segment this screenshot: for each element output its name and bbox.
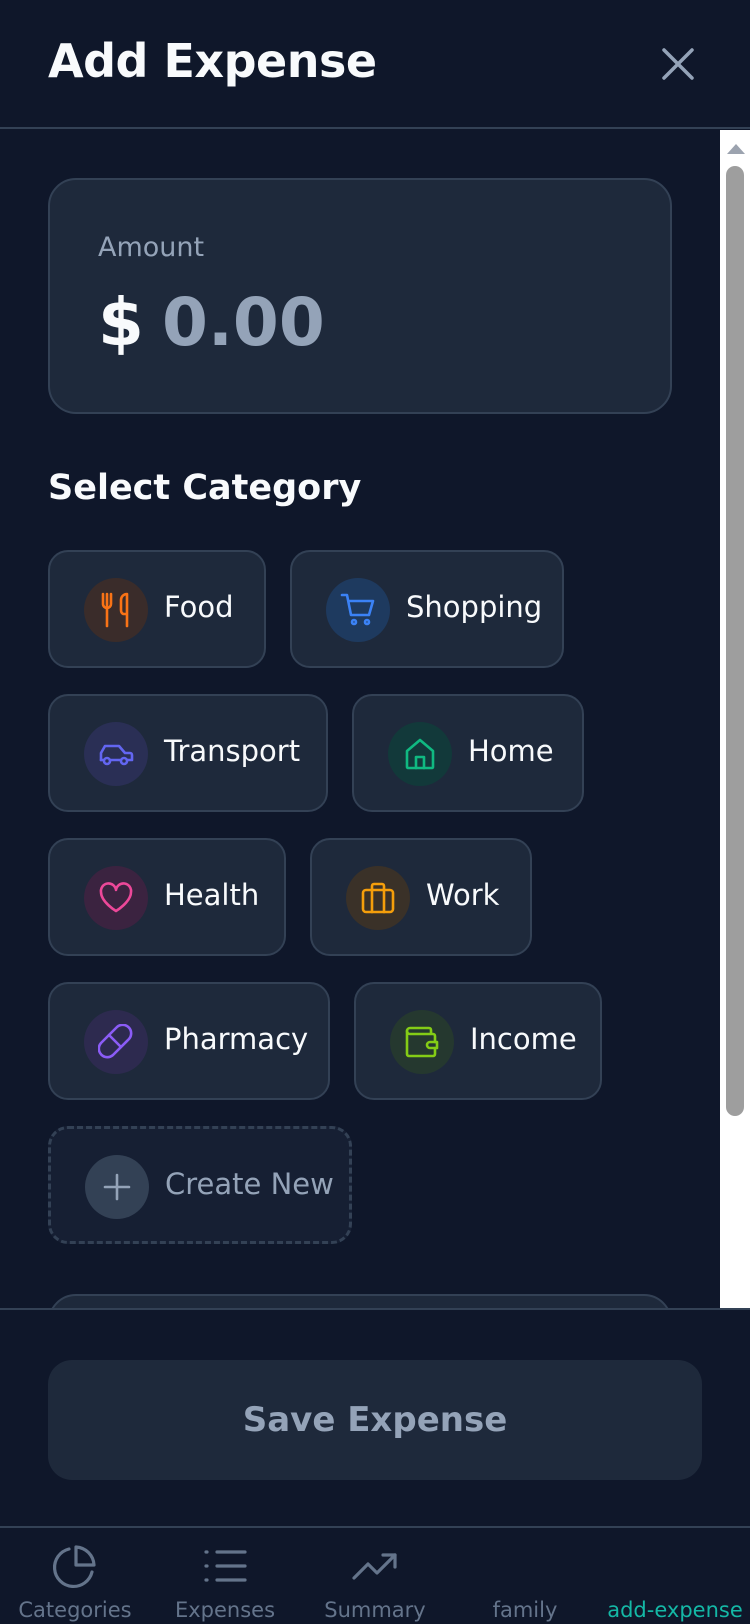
section-title: Select Category — [48, 468, 362, 508]
create-new-label: Create New — [165, 1167, 334, 1201]
category-label: Food — [164, 590, 234, 624]
tab-label: Summary — [324, 1598, 426, 1622]
category-label: Health — [164, 878, 260, 912]
category-chip-pharmacy[interactable]: Pharmacy — [48, 982, 330, 1100]
amount-card[interactable]: Amount $0.00 — [48, 178, 672, 414]
category-chip-health[interactable]: Health — [48, 838, 286, 956]
tab-label: Categories — [18, 1598, 132, 1622]
category-label: Transport — [164, 734, 301, 768]
tab-categories[interactable]: Categories — [0, 1528, 150, 1624]
tab-label: family — [492, 1598, 558, 1622]
category-chip-work[interactable]: Work — [310, 838, 532, 956]
category-chip-home[interactable]: Home — [352, 694, 584, 812]
wallet-icon — [390, 1010, 454, 1074]
create-category-button[interactable]: Create New — [48, 1126, 352, 1244]
category-label: Shopping — [406, 590, 543, 624]
modal-footer: Save Expense — [0, 1308, 750, 1526]
bottom-tab-bar: Categories Expenses Summary family add-e… — [0, 1526, 750, 1624]
utensils-icon — [84, 578, 148, 642]
category-chip-income[interactable]: Income — [354, 982, 602, 1100]
form-scroll-area[interactable]: Amount $0.00 Select Category Food Shoppi… — [0, 130, 750, 1308]
amount-label: Amount — [98, 232, 205, 263]
close-button[interactable] — [656, 42, 700, 86]
tab-family[interactable]: family — [450, 1528, 600, 1624]
plus-icon — [85, 1155, 149, 1219]
save-expense-button[interactable]: Save Expense — [48, 1360, 702, 1480]
amount-input[interactable]: $0.00 — [98, 284, 325, 361]
currency-symbol: $ — [98, 284, 144, 361]
tab-add-expense[interactable]: add-expense — [600, 1528, 750, 1624]
category-label: Home — [468, 734, 554, 768]
trending-up-icon — [352, 1553, 397, 1580]
cart-icon — [326, 578, 390, 642]
scroll-up-icon[interactable] — [727, 144, 745, 154]
pie-chart-icon — [52, 1545, 96, 1589]
modal-header: Add Expense — [0, 0, 750, 129]
pill-icon — [84, 1010, 148, 1074]
heart-icon — [84, 866, 148, 930]
car-icon — [84, 722, 148, 786]
home-icon — [388, 722, 452, 786]
category-label: Income — [470, 1022, 577, 1056]
briefcase-icon — [346, 866, 410, 930]
tab-label: add-expense — [607, 1598, 743, 1622]
category-label: Pharmacy — [164, 1022, 309, 1056]
category-label: Work — [426, 878, 500, 912]
next-field-card[interactable] — [48, 1294, 672, 1308]
scrollbar[interactable] — [720, 130, 750, 1308]
scrollbar-thumb[interactable] — [726, 166, 744, 1116]
page-title: Add Expense — [48, 34, 377, 88]
category-chip-food[interactable]: Food — [48, 550, 266, 668]
tab-label: Expenses — [174, 1598, 276, 1622]
category-chip-transport[interactable]: Transport — [48, 694, 328, 812]
tab-expenses[interactable]: Expenses — [150, 1528, 300, 1624]
category-chip-shopping[interactable]: Shopping — [290, 550, 564, 668]
list-icon — [204, 1550, 247, 1582]
close-icon — [662, 48, 694, 80]
amount-value: 0.00 — [161, 284, 325, 361]
tab-summary[interactable]: Summary — [300, 1528, 450, 1624]
